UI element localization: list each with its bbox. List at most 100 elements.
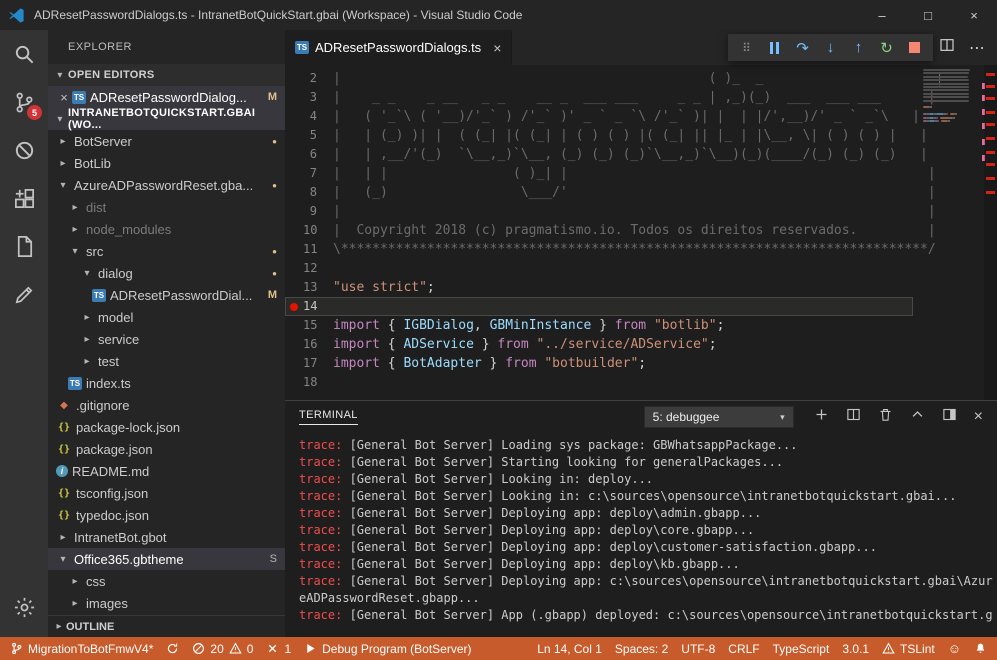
code-line: 11\*************************************… [285,240,913,259]
chevron-down-icon: ▾ [80,268,94,279]
pause-button[interactable] [761,34,788,61]
terminal-output[interactable]: trace: [General Bot Server] Loading sys … [299,437,993,637]
edit-icon[interactable] [0,270,48,318]
notifications-bell-icon[interactable] [974,642,987,655]
tree-item[interactable]: ▾dialog● [48,262,285,284]
new-terminal-icon[interactable] [814,407,829,427]
chevron-down-icon: ▾ [52,114,68,125]
json-file-icon: {} [56,486,72,501]
tree-item[interactable]: TSADResetPasswordDial...M [48,284,285,306]
drag-handle-icon[interactable]: ⠿ [733,34,760,61]
cursor-position[interactable]: Ln 14, Col 1 [537,642,602,656]
tree-item[interactable]: ▾src● [48,240,285,262]
maximize-panel-icon[interactable] [910,407,925,427]
code-text: \***************************************… [333,240,936,259]
tab-terminal[interactable]: TERMINAL [299,409,358,425]
vscode-logo-icon [8,6,26,24]
tab-adresetpassworddialogs[interactable]: TS ADResetPasswordDialogs.ts × [285,30,512,65]
eol-indicator[interactable]: CRLF [728,642,759,656]
tree-item[interactable]: ▸IntranetBot.gbot [48,526,285,548]
tree-item[interactable]: ▸css [48,570,285,592]
tree-item[interactable]: ▸test [48,350,285,372]
sidebar-title: EXPLORER [48,30,285,64]
tree-item[interactable]: ▾AzureADPasswordReset.gba...● [48,174,285,196]
split-editor-icon[interactable] [939,37,955,58]
restart-button[interactable]: ↻ [873,34,900,61]
close-icon[interactable]: × [56,90,72,105]
close-icon[interactable]: × [493,40,501,56]
extensions-icon[interactable] [0,174,48,222]
breakpoint-margin[interactable] [285,303,303,311]
tree-item[interactable]: ◆.gitignore [48,394,285,416]
tree-item[interactable]: ▸images [48,592,285,614]
tree-item[interactable]: ▸node_modules [48,218,285,240]
maximize-button[interactable]: □ [905,0,951,30]
code-line: 17import { BotAdapter } from "botbuilder… [285,354,913,373]
tree-item[interactable]: iREADME.md [48,460,285,482]
tree-item[interactable]: {}package.json [48,438,285,460]
chevron-right-icon: ▸ [52,621,66,632]
git-branch-indicator[interactable]: MigrationToBotFmwV4* [10,642,153,656]
tree-item-label: css [86,574,106,589]
more-actions-icon[interactable]: ⋯ [969,38,985,58]
terminal-instance-select[interactable]: 5: debuggee ▾ [644,406,794,428]
activity-bar: 5 [0,30,48,637]
line-number: 5 [303,126,333,145]
tree-item-label: BotLib [74,156,111,171]
tree-item[interactable]: ▸BotServer● [48,130,285,152]
ts-version-indicator[interactable]: 3.0.1 [842,642,869,656]
feedback-smiley-icon[interactable]: ☺ [948,642,961,655]
close-panel-icon[interactable]: × [974,408,983,426]
tree-item[interactable]: ▾Office365.gbthemeS [48,548,285,570]
tasks-indicator[interactable]: 1 [266,642,291,656]
tslint-indicator[interactable]: TSLint [882,642,935,656]
terminal-line: eADPasswordReset.gbapp... [299,590,993,607]
terminal-line: trace: [General Bot Server] Deploying ap… [299,522,993,539]
minimap[interactable] [921,69,979,289]
files-icon[interactable] [0,222,48,270]
indentation-indicator[interactable]: Spaces: 2 [615,642,668,656]
line-number: 7 [303,164,333,183]
source-control-icon[interactable]: 5 [0,78,48,126]
panel-layout-icon[interactable] [942,407,957,427]
problems-indicator[interactable]: 20 0 [192,642,253,656]
tree-item[interactable]: ▸service [48,328,285,350]
tree-item[interactable]: ▸model [48,306,285,328]
kill-terminal-icon[interactable] [878,407,893,427]
gear-icon[interactable] [0,583,48,631]
close-button[interactable]: × [951,0,997,30]
workspace-section-header[interactable]: ▾ INTRANETBOTQUICKSTART.GBAI (WO... [48,108,285,130]
step-out-button[interactable]: ↑ [845,34,872,61]
language-indicator[interactable]: TypeScript [773,642,830,656]
minimize-button[interactable]: – [859,0,905,30]
step-over-button[interactable]: ↷ [789,34,816,61]
code-editor[interactable]: 2| ( )_ _ |3| _ _ _ __ _ _ __ _ ___ ___ … [285,65,997,400]
breakpoint-icon[interactable] [290,303,298,311]
typescript-file-icon: TS [295,41,309,54]
tree-item[interactable]: ▸dist [48,196,285,218]
tree-item-label: typedoc.json [76,508,149,523]
tree-item[interactable]: {}package-lock.json [48,416,285,438]
sync-icon [166,642,179,655]
encoding-indicator[interactable]: UTF-8 [681,642,715,656]
open-editor-item[interactable]: ×TSADResetPasswordDialog...M [48,86,285,108]
tree-item[interactable]: {}typedoc.json [48,504,285,526]
search-icon[interactable] [0,30,48,78]
tree-item[interactable]: ▸BotLib [48,152,285,174]
file-tree: ▸BotServer●▸BotLib▾AzureADPasswordReset.… [48,130,285,614]
tree-item[interactable]: {}tsconfig.json [48,482,285,504]
outline-section-header[interactable]: ▸ OUTLINE [48,615,285,637]
debug-icon[interactable] [0,126,48,174]
code-line: 10| Copyright 2018 (c) pragmatismo.io. T… [285,221,913,240]
code-text: | | [333,202,936,221]
stop-button[interactable] [901,34,928,61]
sync-button[interactable] [166,642,179,655]
chevron-right-icon: ▸ [80,334,94,345]
tree-item[interactable]: TSindex.ts [48,372,285,394]
split-terminal-icon[interactable] [846,407,861,427]
debug-launch-indicator[interactable]: Debug Program (BotServer) [304,642,471,656]
code-text: | ( )_ _ | [333,69,943,88]
step-into-button[interactable]: ↓ [817,34,844,61]
open-editors-header[interactable]: ▾ OPEN EDITORS [48,64,285,86]
overview-ruler[interactable] [984,65,997,400]
